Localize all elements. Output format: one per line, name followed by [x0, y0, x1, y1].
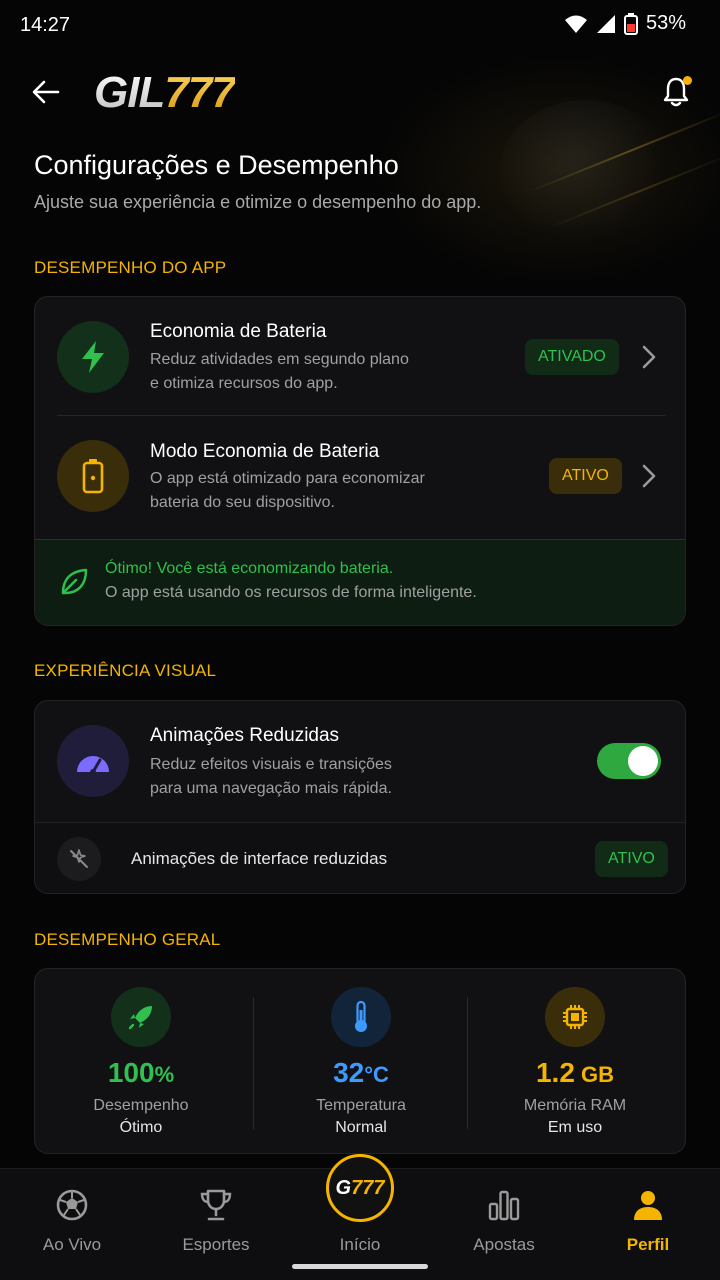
battery-icon-circle [57, 440, 129, 512]
row-desc: Reduz atividades em segundo plano [150, 351, 409, 368]
stat-label: Memória RAM [523, 1097, 627, 1114]
row-title: Animações Reduzidas [150, 725, 340, 746]
row-desc: O app está otimizado para economizar [150, 470, 425, 487]
nav-item-sports[interactable]: Esportes [144, 1169, 288, 1280]
leaf-icon [61, 568, 88, 595]
row-desc: bateria do seu dispositivo. [150, 494, 335, 511]
status-badge: ATIVO [595, 841, 668, 877]
nav-label: Esportes [182, 1235, 250, 1254]
lightning-icon [82, 341, 104, 373]
row-title: Economia de Bateria [150, 321, 327, 342]
notification-dot [683, 76, 692, 85]
battery-saving-row[interactable]: Economia de Bateria Reduz atividades em … [35, 297, 685, 415]
stat-label: Temperatura [316, 1097, 406, 1114]
stat-unit: GB [574, 1062, 615, 1087]
home-logo-button[interactable]: G 777 [326, 1154, 394, 1222]
row-desc: e otimiza recursos do app. [150, 375, 338, 392]
stat-memory: 1.2 GB Memória RAM Em uso [469, 969, 681, 1153]
section-title-visual: EXPERIÊNCIA VISUAL [34, 661, 217, 680]
reduced-animations-toggle[interactable] [597, 743, 661, 779]
back-arrow-icon [32, 80, 60, 104]
tip-title: Ótimo! Você está economizando bateria. [105, 560, 394, 577]
sub-label: Animações de interface reduzidas [131, 849, 388, 868]
row-desc: para uma navegação mais rápida. [150, 780, 392, 797]
stat-unit: % [154, 1062, 175, 1087]
vertical-divider [467, 997, 468, 1129]
stat-status: Em uso [547, 1119, 603, 1136]
home-indicator [292, 1264, 428, 1269]
nav-label: Início [339, 1235, 381, 1254]
status-badge: ATIVO [549, 458, 622, 494]
user-icon [628, 1185, 668, 1225]
chevron-right-icon[interactable] [639, 462, 659, 490]
trophy-icon [196, 1185, 236, 1225]
battery-icon [82, 459, 104, 494]
brand-logo: GIL777 [94, 68, 236, 118]
section-title-app-performance: DESEMPENHO DO APP [34, 258, 227, 277]
stat-temperature: 32°C Temperatura Normal [255, 969, 467, 1153]
fab-letter: G [335, 1176, 352, 1199]
fab-number: 777 [351, 1176, 385, 1199]
app-header: GIL777 [0, 60, 720, 124]
gauge-icon-circle [57, 725, 129, 797]
battery-percent: 53% [645, 12, 686, 34]
notifications-button[interactable] [656, 72, 696, 112]
interface-animations-row: Animações de interface reduzidas ATIVO [35, 822, 685, 893]
settings-screen: 14:27 53% GIL777 Configurações e Desempe… [0, 0, 720, 1280]
row-desc: Reduz efeitos visuais e transições [150, 756, 392, 773]
back-button[interactable] [26, 72, 66, 112]
toggle-knob [628, 746, 658, 776]
animations-off-icon [57, 837, 101, 881]
rocket-icon [111, 987, 171, 1047]
app-performance-card: Economia de Bateria Reduz atividades em … [34, 296, 686, 626]
status-icons: 53% [564, 12, 686, 35]
status-time: 14:27 [20, 14, 71, 36]
chip-icon [545, 987, 605, 1047]
stat-number: 32 [333, 1057, 365, 1088]
nav-label: Perfil [626, 1235, 670, 1254]
logo-numbers: 777 [164, 68, 235, 117]
stat-number: 100 [107, 1057, 155, 1088]
signal-icon [596, 14, 615, 33]
wifi-icon [564, 15, 587, 33]
row-title: Modo Economia de Bateria [150, 441, 380, 462]
battery-mode-row[interactable]: Modo Economia de Bateria O app está otim… [35, 416, 685, 538]
battery-tip-banner: Ótimo! Você está economizando bateria. O… [35, 539, 685, 625]
status-badge: ATIVADO [525, 339, 619, 375]
vertical-divider [253, 997, 254, 1129]
page-subtitle: Ajuste sua experiência e otimize o desem… [34, 192, 482, 212]
stat-status: Ótimo [119, 1119, 163, 1136]
gauge-icon [77, 756, 109, 775]
visual-experience-card: Animações Reduzidas Reduz efeitos visuai… [34, 700, 686, 894]
stat-value: 1.2 GB [469, 1057, 681, 1089]
tip-desc: O app está usando os recursos de forma i… [105, 584, 477, 601]
stat-status: Normal [335, 1119, 387, 1136]
thermometer-icon [331, 987, 391, 1047]
nav-item-bets[interactable]: Apostas [432, 1169, 576, 1280]
general-performance-card: 100% Desempenho Ótimo 32°C Temperatura N… [34, 968, 686, 1154]
stat-value: 100% [35, 1057, 247, 1089]
stat-performance: 100% Desempenho Ótimo [35, 969, 247, 1153]
stat-label: Desempenho [93, 1097, 189, 1114]
chevron-right-icon[interactable] [639, 343, 659, 371]
nav-label: Ao Vivo [42, 1235, 102, 1254]
battery-status-icon [623, 12, 638, 35]
stat-unit: °C [364, 1062, 389, 1087]
lightning-icon-circle [57, 321, 129, 393]
reduced-animations-row: Animações Reduzidas Reduz efeitos visuai… [35, 701, 685, 821]
page-title: Configurações e Desempenho [34, 150, 399, 180]
nav-item-live[interactable]: Ao Vivo [0, 1169, 144, 1280]
bar-chart-icon [484, 1185, 524, 1225]
nav-item-profile[interactable]: Perfil [576, 1169, 720, 1280]
stat-value: 32°C [255, 1057, 467, 1089]
status-bar: 14:27 53% [0, 0, 720, 52]
section-title-general: DESEMPENHO GERAL [34, 930, 221, 949]
soccer-ball-icon [52, 1185, 92, 1225]
stat-number: 1.2 [535, 1057, 575, 1088]
nav-label: Apostas [473, 1235, 535, 1254]
logo-text: GIL [94, 68, 165, 117]
